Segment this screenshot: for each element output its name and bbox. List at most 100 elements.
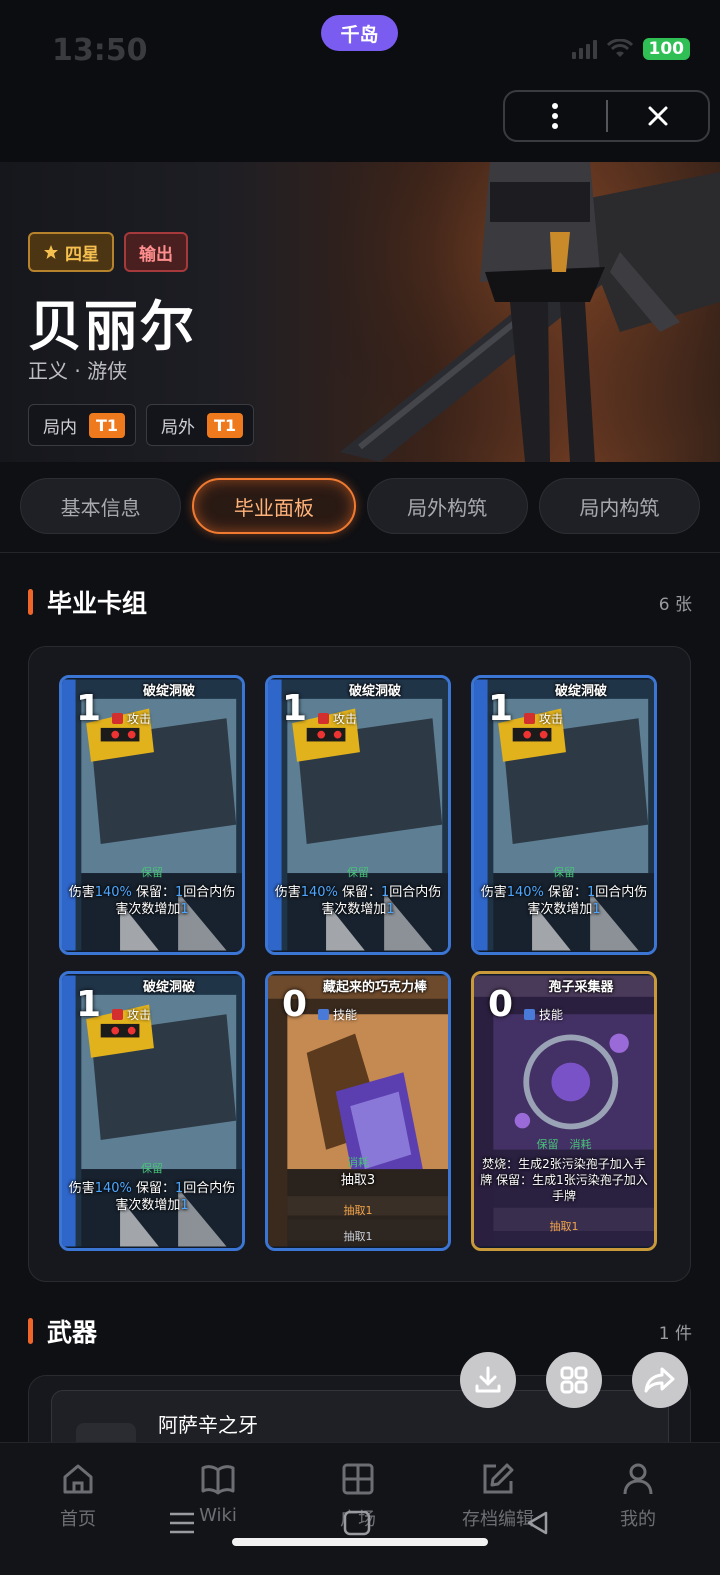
deck-card[interactable]: 0 藏起来的巧克力棒 技能 消耗 抽取3 抽取1 抽取1 — [265, 971, 451, 1251]
menu-gesture-icon[interactable] — [165, 1508, 199, 1538]
home-gesture-icon[interactable] — [340, 1508, 374, 1538]
nav-home[interactable]: 首页 — [18, 1461, 138, 1531]
rarity-badge: 四星 — [28, 232, 114, 272]
card-tag: 保留 — [553, 866, 575, 879]
section-title: 武器 — [47, 1318, 98, 1347]
desc-value: 1 — [180, 902, 189, 917]
share-icon — [644, 1367, 675, 1393]
tab-graduation-panel[interactable]: 毕业面板 — [192, 478, 356, 534]
download-button[interactable] — [460, 1352, 516, 1408]
tab-inner-build[interactable]: 局内构筑 — [538, 478, 700, 534]
card-name: 藏起来的巧克力棒 — [322, 980, 427, 995]
card-name: 破绽洞破 — [142, 684, 195, 699]
desc-text: 伤害 — [274, 885, 301, 900]
card-type: 技能 — [318, 1006, 357, 1023]
share-button[interactable] — [632, 1352, 688, 1408]
status-icons: 100 — [571, 38, 690, 60]
card-description: 伤害140% 保留：1回合内伤害次数增加1 — [274, 884, 442, 918]
grid-button[interactable] — [546, 1352, 602, 1408]
grid-icon — [560, 1366, 588, 1394]
header-bar — [0, 90, 720, 162]
tier-value: T1 — [89, 412, 126, 438]
desc-value: 140% — [94, 1181, 132, 1196]
tier-badges: 局内 T1 局外 T1 — [28, 404, 255, 446]
desc-text: 保留： — [131, 885, 176, 900]
desc-value: 140% — [506, 885, 544, 900]
close-button[interactable] — [608, 92, 709, 140]
card-type: 攻击 — [112, 1006, 151, 1023]
nav-label: Wiki — [199, 1505, 237, 1526]
close-icon — [648, 106, 668, 126]
card-name: 破绽洞破 — [142, 980, 195, 995]
tab-basic-info[interactable]: 基本信息 — [20, 478, 182, 534]
desc-value: 1 — [592, 902, 601, 917]
user-icon — [623, 1463, 653, 1495]
card-cost: 0 — [282, 984, 308, 1025]
download-icon — [475, 1366, 501, 1393]
star-icon — [44, 245, 58, 259]
card-cost: 1 — [76, 984, 102, 1025]
skill-icon — [318, 1009, 329, 1020]
role-label: 输出 — [139, 244, 173, 265]
card-tag: 保留 — [347, 866, 369, 879]
desc-text: 伤害 — [68, 1181, 95, 1196]
card-type-label: 技能 — [539, 1008, 564, 1022]
tab-outer-build[interactable]: 局外构筑 — [366, 478, 528, 534]
status-bar: 13:50 千岛 100 — [0, 0, 720, 90]
tier-inner: 局内 T1 — [28, 404, 137, 446]
app-root: { "status": {"time": "13:50", "island": … — [0, 0, 720, 1575]
deck-card[interactable]: 1 破绽洞破 攻击 保留 伤害140% 保留：1回合内伤害次数增加1 — [471, 675, 657, 955]
card-footer: 抽取1 — [343, 1230, 373, 1243]
character-portrait — [320, 162, 720, 462]
card-tag: 保留 消耗 — [536, 1138, 592, 1151]
card-footer: 抽取1 — [343, 1204, 373, 1217]
battery-indicator: 100 — [642, 38, 690, 60]
card-type-label: 技能 — [333, 1008, 358, 1022]
miniapp-capsule — [503, 90, 710, 142]
nav-profile[interactable]: 我的 — [578, 1461, 698, 1531]
rarity-label: 四星 — [65, 244, 99, 265]
card-cost: 1 — [282, 688, 308, 729]
deck-card[interactable]: 1 破绽洞破 攻击 保留 伤害140% 保留：1回合内伤害次数增加1 — [265, 675, 451, 955]
more-button[interactable] — [505, 92, 606, 140]
card-description: 焚烧：生成2张污染孢子加入手牌 保留：生成1张污染孢子加入手牌 — [480, 1157, 648, 1203]
nav-label: 我的 — [620, 1509, 656, 1530]
more-vertical-icon — [552, 103, 559, 129]
section-count: 1 件 — [658, 1323, 692, 1344]
deck-card[interactable]: 1 破绽洞破 攻击 保留 伤害140% 保留：1回合内伤害次数增加1 — [59, 971, 245, 1251]
card-tag: 消耗 — [347, 1156, 369, 1169]
card-description: 抽取3 — [340, 1173, 376, 1188]
desc-value: 1 — [180, 1198, 189, 1213]
nav-label: 首页 — [60, 1509, 96, 1530]
attack-icon — [112, 1009, 123, 1020]
desc-text: 伤害 — [480, 885, 507, 900]
content-tabs: 基本信息 毕业面板 局外构筑 局内构筑 — [20, 478, 700, 534]
wifi-icon — [606, 39, 633, 57]
desc-value: 140% — [94, 885, 132, 900]
tier-label: 局内 — [43, 417, 77, 438]
card-footer: 抽取1 — [549, 1220, 579, 1233]
section-accent-bar — [28, 589, 33, 615]
card-description: 伤害140% 保留：1回合内伤害次数增加1 — [68, 884, 236, 918]
deck-card[interactable]: 1 破绽洞破 攻击 保留 伤害140% 保留：1回合内伤害次数增加1 — [59, 675, 245, 955]
character-name: 贝丽尔 — [28, 295, 196, 358]
deck-grid: 1 破绽洞破 攻击 保留 伤害140% 保留：1回合内伤害次数增加1 1 破绽洞… — [28, 646, 691, 1282]
card-tag: 保留 — [141, 866, 163, 879]
card-cost: 1 — [488, 688, 514, 729]
desc-value: 1 — [386, 902, 395, 917]
card-name: 破绽洞破 — [348, 684, 401, 699]
role-badge: 输出 — [124, 232, 188, 272]
section-title: 毕业卡组 — [47, 589, 148, 618]
character-hero: 四星 输出 贝丽尔 正义 · 游侠 局内 T1 局外 T1 — [0, 162, 720, 462]
card-name: 孢子采集器 — [548, 980, 614, 995]
card-type-label: 攻击 — [539, 712, 564, 726]
deck-card[interactable]: 0 孢子采集器 技能 保留 消耗 焚烧：生成2张污染孢子加入手牌 保留：生成1张… — [471, 971, 657, 1251]
home-indicator[interactable] — [232, 1538, 488, 1546]
dynamic-island-app-badge: 千岛 — [321, 15, 398, 51]
card-tag: 保留 — [141, 1162, 163, 1175]
back-gesture-icon[interactable] — [520, 1508, 554, 1538]
skill-icon — [524, 1009, 535, 1020]
desc-text: 保留： — [131, 1181, 176, 1196]
attack-icon — [112, 713, 123, 724]
tier-label: 局外 — [161, 417, 196, 438]
